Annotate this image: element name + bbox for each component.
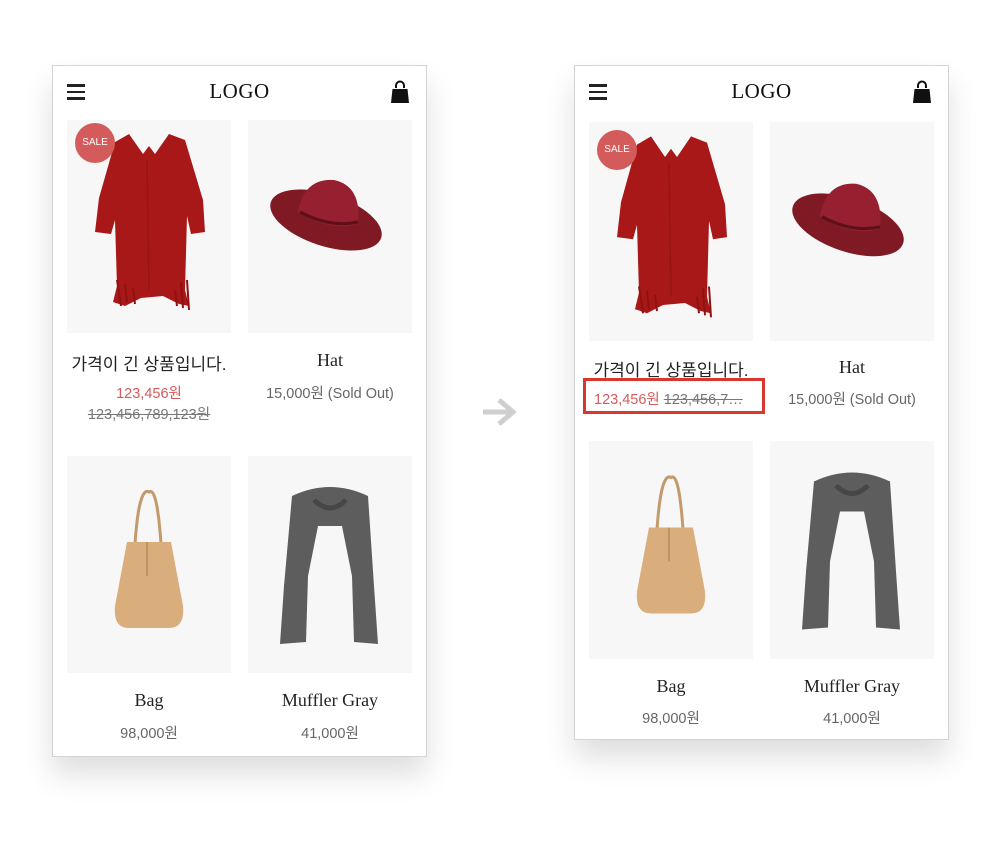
product-image-bag[interactable] [589,441,753,659]
highlight-box [583,378,765,414]
product-image-muffler[interactable] [770,441,934,659]
price: 15,000원 (Sold Out) [266,386,394,402]
product-name[interactable]: 가격이 긴 상품입니다. [57,350,241,375]
product-image-muffler[interactable] [248,456,412,673]
price: 15,000원 (Sold Out) [788,392,916,408]
logo[interactable]: LOGO [53,79,426,104]
top-bar: LOGO [53,66,426,118]
right-arrow-icon [483,398,517,426]
product-name[interactable]: Muffler Gray [238,690,422,711]
product-name[interactable]: Bag [57,690,241,711]
product-image-bag[interactable] [67,456,231,673]
logo[interactable]: LOGO [575,79,948,104]
product-name[interactable]: Hat [238,350,422,371]
sale-badge: SALE [597,130,637,170]
price: 41,000원 [823,711,881,727]
phone-after: LOGO SALE 가격이 긴 상품입니다. 123,456원 123,456,7… [574,65,949,740]
price: 98,000원 [642,711,700,727]
top-bar: LOGO [575,66,948,118]
product-name[interactable]: Bag [579,676,763,697]
sale-price: 123,456원 [116,386,182,402]
phone-before: LOGO SALE 가격이 긴 상품입니다. 123,456원 123,456,… [52,65,427,757]
sale-badge: SALE [75,123,115,163]
product-name[interactable]: Hat [760,357,944,378]
price: 98,000원 [120,726,178,742]
product-image-hat[interactable] [770,122,934,341]
product-image-hat[interactable] [248,120,412,333]
shopping-bag-icon[interactable] [390,80,410,104]
product-name[interactable]: Muffler Gray [760,676,944,697]
price: 41,000원 [301,726,359,742]
original-price: 123,456,789,123원 [87,407,211,423]
shopping-bag-icon[interactable] [912,80,932,104]
